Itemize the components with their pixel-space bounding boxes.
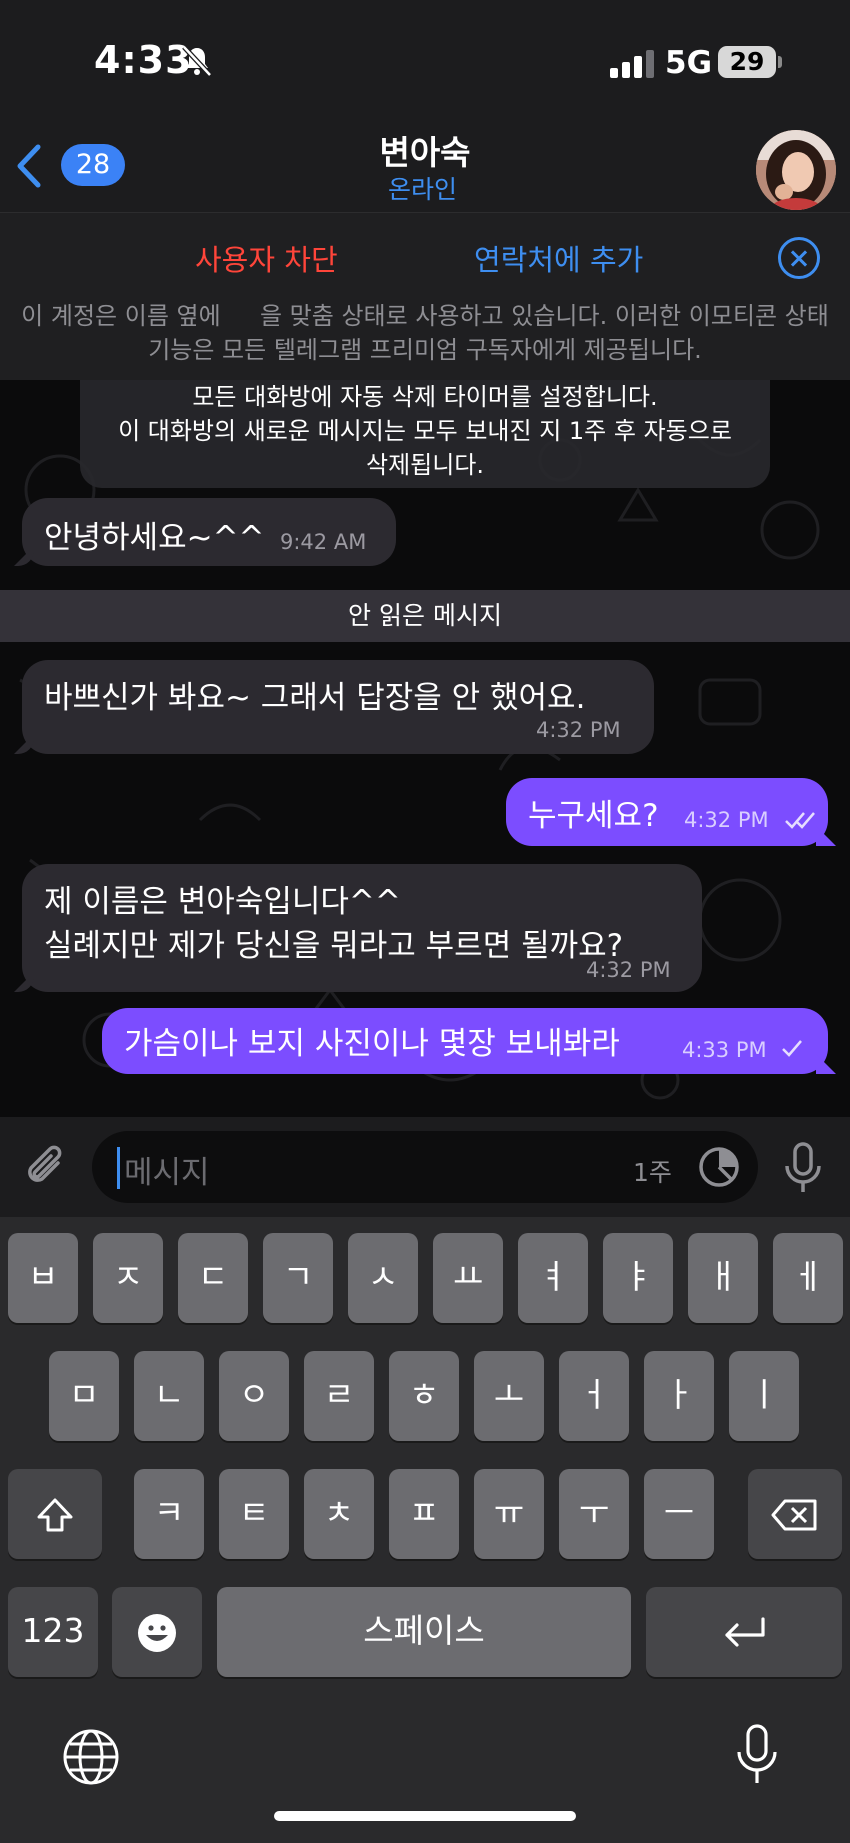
chat-title[interactable]: 변아숙 xyxy=(0,126,850,174)
text-caret xyxy=(117,1147,120,1189)
home-indicator[interactable] xyxy=(274,1811,576,1821)
key[interactable]: ㅁ xyxy=(49,1351,119,1441)
delete-key[interactable] xyxy=(748,1469,842,1559)
message-input-placeholder: 메시지 xyxy=(124,1155,210,1191)
chat-header: 28 변아숙 온라인 xyxy=(0,120,850,212)
signal-icon xyxy=(610,50,654,78)
message-text: 가슴이나 보지 사진이나 몇장 보내봐라 xyxy=(124,1026,620,1062)
key[interactable]: ㅗ xyxy=(474,1351,544,1441)
outgoing-message[interactable]: 누구세요? 4:32 PM xyxy=(506,778,828,846)
shift-key[interactable] xyxy=(8,1469,102,1559)
paperclip-icon[interactable] xyxy=(22,1143,72,1193)
timer-icon[interactable] xyxy=(697,1145,741,1189)
korean-keyboard: ㅂ ㅈ ㄷ ㄱ ㅅ ㅛ ㅕ ㅑ ㅐ ㅔ ㅁ ㄴ ㅇ ㄹ ㅎ ㅗ ㅓ ㅏ ㅣ ㅋ … xyxy=(0,1217,850,1843)
key[interactable]: ㅜ xyxy=(559,1469,629,1559)
key[interactable]: ㅡ xyxy=(644,1469,714,1559)
status-time: 4:33 xyxy=(94,38,193,82)
premium-status-note: 이 계정은 이름 옆에 을 맞춤 상태로 사용하고 있습니다. 이러한 이모티콘… xyxy=(21,302,829,364)
key[interactable]: ㅂ xyxy=(8,1233,78,1323)
key[interactable]: ㄹ xyxy=(304,1351,374,1441)
key[interactable]: ㅛ xyxy=(433,1233,503,1323)
add-contact-button[interactable]: 연락처에 추가 xyxy=(474,237,643,279)
key[interactable]: ㅐ xyxy=(688,1233,758,1323)
message-time: 9:42 AM xyxy=(280,530,367,554)
unread-messages-separator: 안 읽은 메시지 xyxy=(0,590,850,642)
auto-delete-service-message: 모든 대화방에 자동 삭제 타이머를 설정합니다. 이 대화방의 새로운 메시지… xyxy=(80,380,770,488)
incoming-message[interactable]: 안녕하세요~^^ 9:42 AM xyxy=(22,498,396,566)
key[interactable]: ㅈ xyxy=(93,1233,163,1323)
bell-slash-icon xyxy=(182,45,212,77)
key[interactable]: ㅅ xyxy=(348,1233,418,1323)
message-time: 4:33 PM xyxy=(682,1038,767,1062)
message-time: 4:32 PM xyxy=(586,958,671,982)
numbers-key[interactable]: 123 xyxy=(8,1587,98,1677)
globe-icon[interactable] xyxy=(61,1727,121,1787)
message-text-line-1: 제 이름은 변아숙입니다^^ xyxy=(44,884,401,920)
key[interactable]: ㅋ xyxy=(134,1469,204,1559)
key[interactable]: ㅎ xyxy=(389,1351,459,1441)
key[interactable]: ㄷ xyxy=(178,1233,248,1323)
double-check-icon xyxy=(785,812,815,829)
emoji-key[interactable] xyxy=(112,1587,202,1677)
network-type: 5G xyxy=(665,45,713,81)
service-line-3: 삭제됩니다. xyxy=(365,451,485,479)
key[interactable]: ㅠ xyxy=(474,1469,544,1559)
key[interactable]: ㅏ xyxy=(644,1351,714,1441)
battery-indicator: 29 xyxy=(718,46,782,78)
message-text: 안녕하세요~^^ xyxy=(44,520,265,556)
message-list[interactable]: 모든 대화방에 자동 삭제 타이머를 설정합니다. 이 대화방의 새로운 메시지… xyxy=(0,380,850,1117)
dictation-mic-icon[interactable] xyxy=(735,1723,779,1787)
return-icon xyxy=(725,1616,765,1647)
close-icon[interactable] xyxy=(778,237,820,279)
key[interactable]: ㅑ xyxy=(603,1233,673,1323)
outgoing-message[interactable]: 가슴이나 보지 사진이나 몇장 보내봐라 4:33 PM xyxy=(102,1008,828,1074)
key[interactable]: ㅓ xyxy=(559,1351,629,1441)
avatar-photo xyxy=(756,130,836,210)
space-key[interactable]: 스페이스 xyxy=(217,1587,631,1677)
message-time: 4:32 PM xyxy=(684,808,769,832)
service-line-2: 이 대화방의 새로운 메시지는 모두 보내진 지 1주 후 자동으로 xyxy=(118,417,732,445)
check-icon xyxy=(782,1040,802,1057)
incoming-message[interactable]: 제 이름은 변아숙입니다^^ 실례지만 제가 당신을 뭐라고 부르면 될까요? … xyxy=(22,864,702,992)
key[interactable]: ㅔ xyxy=(773,1233,843,1323)
block-user-button[interactable]: 사용자 차단 xyxy=(195,237,338,279)
microphone-icon[interactable] xyxy=(782,1141,824,1195)
key[interactable]: ㅍ xyxy=(389,1469,459,1559)
key[interactable]: ㅣ xyxy=(729,1351,799,1441)
incoming-message[interactable]: 바쁘신가 봐요~ 그래서 답장을 안 했어요. 4:32 PM xyxy=(22,660,654,754)
contact-action-banner: 사용자 차단 연락처에 추가 이 계정은 이름 옆에 을 맞춤 상태로 사용하고… xyxy=(0,212,850,380)
backspace-icon xyxy=(771,1499,817,1530)
service-line-1: 모든 대화방에 자동 삭제 타이머를 설정합니다. xyxy=(192,383,658,411)
return-key[interactable] xyxy=(646,1587,842,1677)
key[interactable]: ㄴ xyxy=(134,1351,204,1441)
message-text-line-2: 실례지만 제가 당신을 뭐라고 부르면 될까요? xyxy=(44,928,624,964)
status-bar: 4:33 5G 29 xyxy=(0,0,850,120)
message-text: 누구세요? xyxy=(528,798,659,834)
avatar[interactable] xyxy=(756,130,836,210)
key[interactable]: ㅌ xyxy=(219,1469,289,1559)
message-composer: 메시지 1주 xyxy=(0,1117,850,1217)
emoji-icon xyxy=(138,1613,176,1652)
key[interactable]: ㄱ xyxy=(263,1233,333,1323)
key[interactable]: ㅊ xyxy=(304,1469,374,1559)
auto-delete-timer-label: 1주 xyxy=(633,1158,672,1187)
message-text: 바쁘신가 봐요~ 그래서 답장을 안 했어요. xyxy=(44,680,586,716)
chat-status: 온라인 xyxy=(388,175,458,204)
key[interactable]: ㅇ xyxy=(219,1351,289,1441)
key[interactable]: ㅕ xyxy=(518,1233,588,1323)
shift-icon xyxy=(37,1498,73,1531)
message-time: 4:32 PM xyxy=(536,718,621,742)
